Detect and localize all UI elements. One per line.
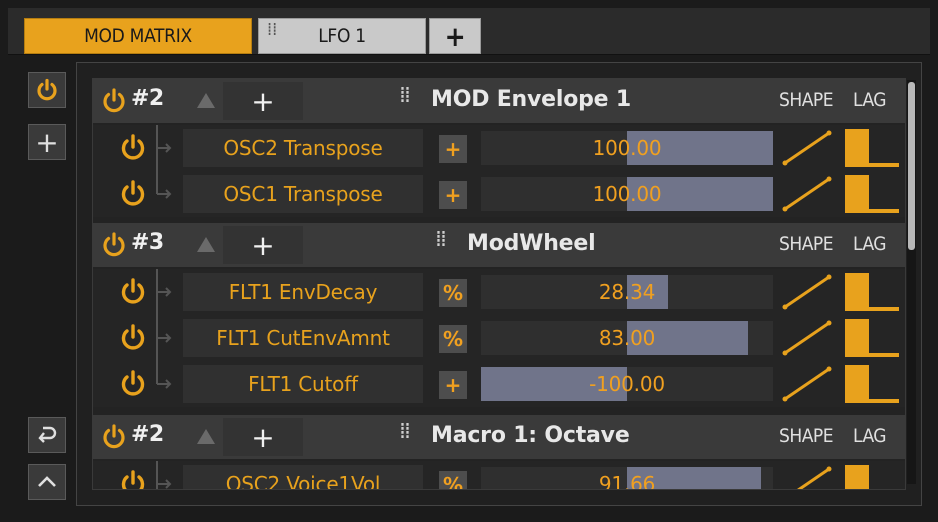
add-tab-button[interactable]: + (429, 18, 481, 54)
move-up-icon[interactable] (197, 237, 215, 252)
drag-handle-icon[interactable]: ⁞⁞ (267, 21, 277, 39)
undo-button[interactable] (28, 417, 66, 453)
target-parameter[interactable]: FLT1 CutEnvAmnt (183, 319, 423, 357)
lag-label: LAG (853, 233, 887, 255)
mode-toggle[interactable]: % (439, 471, 467, 489)
shape-curve-icon[interactable] (779, 127, 835, 169)
shape-curve-icon[interactable] (779, 463, 835, 490)
power-icon[interactable] (119, 277, 147, 307)
slot-number: #2 (131, 422, 164, 447)
scrollbar-thumb[interactable] (908, 82, 915, 250)
tab-mod-matrix[interactable]: MOD MATRIX (24, 18, 252, 54)
move-up-icon[interactable] (197, 93, 215, 108)
mode-toggle[interactable]: % (439, 279, 467, 307)
drag-handle-icon[interactable]: ⁞⁞ (399, 83, 411, 108)
lag-label: LAG (853, 89, 887, 111)
power-button[interactable] (28, 72, 66, 108)
shape-curve-icon[interactable] (779, 271, 835, 313)
drag-handle-icon[interactable]: ⁞⁞ (435, 227, 447, 252)
tab-bar: MOD MATRIX ⁞⁞ LFO 1 + (8, 8, 930, 55)
amount-slider[interactable]: 100.00 (481, 131, 773, 165)
power-icon[interactable] (101, 423, 127, 451)
amount-slider[interactable]: 100.00 (481, 177, 773, 211)
lag-icon[interactable] (845, 463, 901, 490)
mod-source-name[interactable]: MOD Envelope 1 (431, 87, 631, 112)
connector-icon (156, 315, 172, 361)
amount-slider[interactable]: -100.00 (481, 367, 773, 401)
mode-toggle[interactable]: + (439, 181, 467, 209)
mod-slot-header: #2 + ⁞⁞ MOD Envelope 1 SHAPE LAG (93, 79, 905, 123)
target-parameter[interactable]: FLT1 EnvDecay (183, 273, 423, 311)
lag-label: LAG (853, 425, 887, 447)
lag-icon[interactable] (845, 317, 901, 359)
connector-icon (156, 171, 172, 199)
amount-value: 83.00 (598, 326, 656, 350)
add-target-button[interactable]: + (223, 82, 303, 120)
mod-slot-header: #2 + ⁞⁞ Macro 1: Octave SHAPE LAG (93, 415, 905, 459)
mod-target-row: OSC2 Transpose + 100.00 (93, 125, 905, 171)
tab-lfo-label: LFO 1 (318, 25, 366, 47)
shape-curve-icon[interactable] (779, 363, 835, 405)
target-parameter[interactable]: FLT1 Cutoff (183, 365, 423, 403)
power-icon[interactable] (119, 133, 147, 163)
target-parameter[interactable]: OSC2 Voice1Vol (183, 465, 423, 489)
slot-number: #2 (131, 86, 164, 111)
power-icon[interactable] (119, 323, 147, 353)
target-parameter[interactable]: OSC2 Transpose (183, 129, 423, 167)
add-target-button[interactable]: + (223, 418, 303, 456)
mod-source-name[interactable]: Macro 1: Octave (431, 423, 630, 448)
shape-label: SHAPE (779, 89, 834, 111)
mod-source-name[interactable]: ModWheel (467, 231, 596, 256)
amount-value: 91.66 (598, 472, 656, 490)
lag-icon[interactable] (845, 271, 901, 313)
amount-value: -100.00 (589, 372, 665, 396)
lag-icon[interactable] (845, 173, 901, 215)
chevron-up-icon (38, 476, 56, 487)
add-target-button[interactable]: + (223, 226, 303, 264)
amount-value: 100.00 (592, 136, 662, 160)
amount-slider[interactable]: 28.34 (481, 275, 773, 309)
slot-number: #3 (131, 230, 164, 255)
connector-icon (156, 361, 172, 389)
amount-slider[interactable]: 83.00 (481, 321, 773, 355)
mode-toggle[interactable]: + (439, 371, 467, 399)
mode-toggle[interactable]: % (439, 325, 467, 353)
lag-icon[interactable] (845, 363, 901, 405)
mod-target-row: OSC1 Transpose + 100.00 (93, 171, 905, 217)
collapse-button[interactable] (28, 464, 66, 500)
mod-target-row: FLT1 CutEnvAmnt % 83.00 (93, 315, 905, 361)
amount-slider[interactable]: 91.66 (481, 467, 773, 490)
tab-lfo-1[interactable]: ⁞⁞ LFO 1 (258, 18, 426, 54)
power-icon[interactable] (101, 87, 127, 115)
mod-matrix-list: #2 + ⁞⁞ MOD Envelope 1 SHAPE LAG OSC2 Tr… (92, 78, 906, 490)
mod-slot-header: #3 + ⁞⁞ ModWheel SHAPE LAG (93, 223, 905, 267)
shape-label: SHAPE (779, 233, 834, 255)
connector-icon (156, 461, 172, 489)
amount-value: 28.34 (598, 280, 656, 304)
power-icon[interactable] (119, 369, 147, 399)
mod-target-row: FLT1 EnvDecay % 28.34 (93, 269, 905, 315)
power-icon[interactable] (119, 179, 147, 209)
shape-label: SHAPE (779, 425, 834, 447)
mode-toggle[interactable]: + (439, 135, 467, 163)
add-slot-button[interactable]: + (28, 124, 66, 160)
lag-icon[interactable] (845, 127, 901, 169)
shape-curve-icon[interactable] (779, 173, 835, 215)
mod-target-row: FLT1 Cutoff + -100.00 (93, 361, 905, 407)
amount-value: 100.00 (592, 182, 662, 206)
shape-curve-icon[interactable] (779, 317, 835, 359)
power-icon[interactable] (119, 469, 147, 490)
connector-icon (156, 269, 172, 315)
mod-target-row: OSC2 Voice1Vol % 91.66 (93, 461, 905, 490)
drag-handle-icon[interactable]: ⁞⁞ (399, 419, 411, 444)
move-up-icon[interactable] (197, 429, 215, 444)
power-icon (37, 78, 57, 101)
target-parameter[interactable]: OSC1 Transpose (183, 175, 423, 213)
connector-icon (156, 125, 172, 171)
undo-icon (38, 426, 57, 443)
power-icon[interactable] (101, 231, 127, 259)
